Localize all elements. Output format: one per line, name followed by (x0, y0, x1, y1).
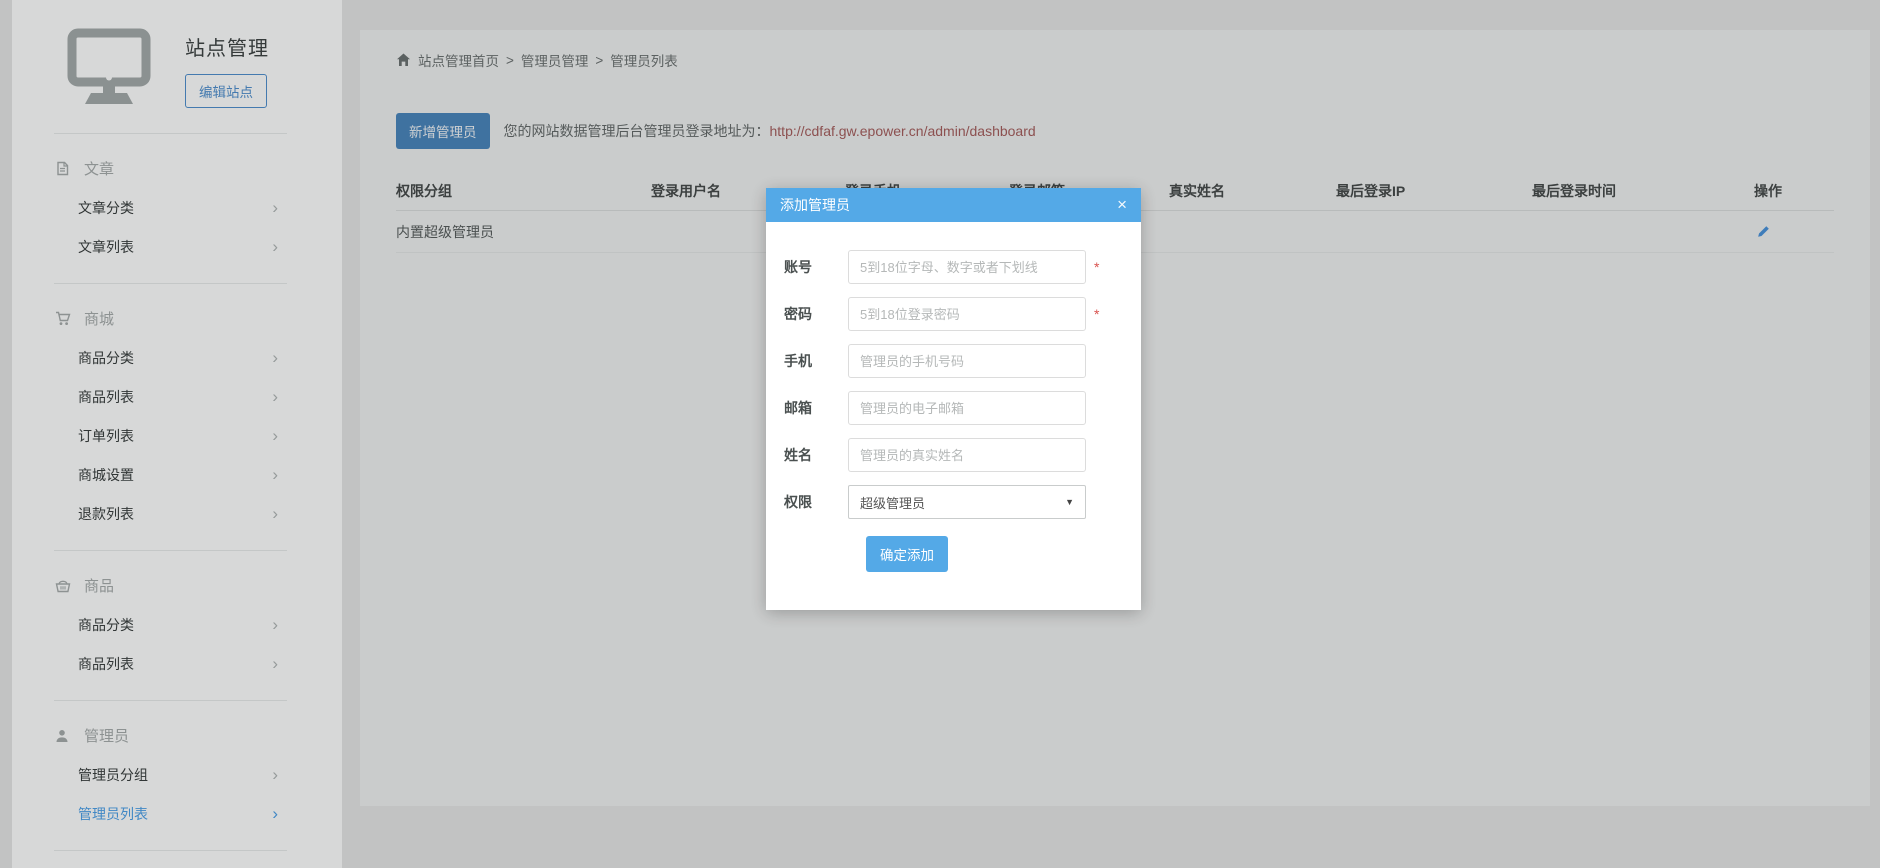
form-row-permission: 权限 超级管理员 ▼ (784, 485, 1141, 519)
add-admin-modal: 添加管理员 × 账号 * 密码 * 手机 邮箱 姓名 权限 超 (766, 188, 1141, 610)
account-label: 账号 (784, 257, 848, 277)
permission-select[interactable]: 超级管理员 ▼ (848, 485, 1086, 519)
mobile-field[interactable] (848, 344, 1086, 378)
form-row-email: 邮箱 (784, 391, 1141, 425)
select-arrow-icon: ▼ (1065, 497, 1074, 507)
form-row-mobile: 手机 (784, 344, 1141, 378)
password-field[interactable] (848, 297, 1086, 331)
account-field[interactable] (848, 250, 1086, 284)
close-icon[interactable]: × (1117, 195, 1127, 215)
form-row-name: 姓名 (784, 438, 1141, 472)
required-marker: * (1094, 259, 1099, 275)
modal-header: 添加管理员 × (766, 188, 1141, 222)
form-row-password: 密码 * (784, 297, 1141, 331)
mobile-label: 手机 (784, 351, 848, 371)
name-field[interactable] (848, 438, 1086, 472)
permission-select-value: 超级管理员 (860, 493, 925, 512)
required-marker: * (1094, 306, 1099, 322)
email-field[interactable] (848, 391, 1086, 425)
confirm-add-button[interactable]: 确定添加 (866, 536, 948, 572)
password-label: 密码 (784, 304, 848, 324)
permission-label: 权限 (784, 492, 848, 512)
email-label: 邮箱 (784, 398, 848, 418)
form-row-account: 账号 * (784, 250, 1141, 284)
modal-body: 账号 * 密码 * 手机 邮箱 姓名 权限 超级管理员 ▼ (766, 222, 1141, 610)
modal-title: 添加管理员 (780, 195, 850, 215)
name-label: 姓名 (784, 445, 848, 465)
